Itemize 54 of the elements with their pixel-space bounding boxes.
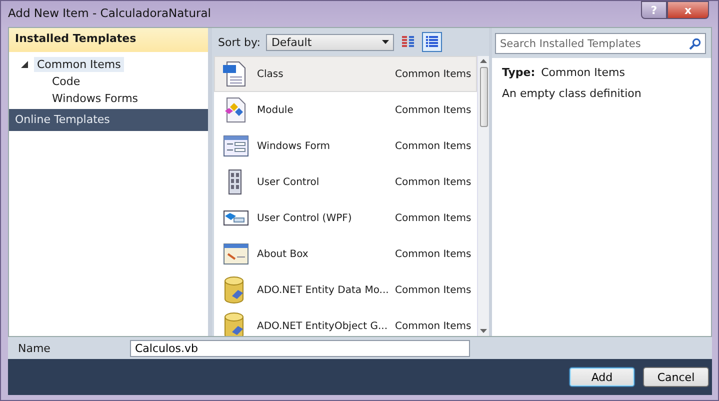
name-label: Name — [17, 342, 52, 354]
add-button[interactable]: Add — [569, 367, 635, 387]
template-category: Common Items — [395, 68, 472, 80]
sort-dropdown[interactable]: Default — [266, 34, 394, 50]
template-item[interactable]: User Control Common Items — [214, 164, 477, 200]
tree-item[interactable]: Common Items — [34, 57, 124, 72]
document-icon — [223, 61, 247, 87]
template-item[interactable]: Class Common Items — [214, 56, 477, 92]
template-item[interactable]: Windows Form Common Items — [214, 128, 477, 164]
description-text: An empty class definition — [502, 87, 642, 100]
template-name: User Control (WPF) — [257, 212, 353, 224]
template-item[interactable]: ADO.NET EntityObject G... Common Items — [214, 308, 477, 336]
template-name: Class — [257, 68, 284, 80]
scrollbar[interactable] — [477, 56, 489, 336]
template-category: Common Items — [395, 248, 472, 260]
template-category: Common Items — [395, 176, 472, 188]
tree-item[interactable]: Code — [49, 74, 84, 89]
template-category: Common Items — [395, 140, 472, 152]
expand-arrow-icon[interactable] — [21, 61, 28, 68]
dialog-icon — [223, 242, 249, 266]
template-name: Module — [257, 104, 294, 116]
search-icon — [689, 38, 701, 50]
template-name: Windows Form — [257, 140, 332, 152]
template-name: About Box — [257, 248, 310, 260]
sort-label: Sort by: — [218, 36, 260, 48]
tree-item[interactable]: Windows Forms — [49, 91, 142, 106]
module-icon — [223, 97, 247, 123]
template-name: ADO.NET Entity Data Mo... — [257, 284, 390, 296]
cancel-button[interactable]: Cancel — [643, 367, 709, 387]
template-item[interactable]: User Control (WPF) Common Items — [214, 200, 477, 236]
form-icon — [223, 134, 249, 158]
type-label: Type: — [502, 66, 536, 79]
template-category: Common Items — [395, 104, 472, 116]
list-view-icon — [425, 35, 440, 49]
template-name: ADO.NET EntityObject G... — [257, 320, 388, 332]
name-input-field[interactable]: Calculos.vb — [130, 340, 470, 356]
template-category: Common Items — [395, 212, 472, 224]
scroll-down-arrow-icon[interactable] — [480, 329, 487, 333]
section-header[interactable]: Online Templates — [9, 109, 208, 131]
template-item[interactable]: Module Common Items — [214, 92, 477, 128]
type-value: Common Items — [541, 66, 625, 79]
scrollbar-thumb[interactable] — [480, 67, 488, 127]
section-header[interactable]: Installed Templates — [9, 28, 208, 52]
template-item[interactable]: ADO.NET Entity Data Mo... Common Items — [214, 272, 477, 308]
dropdown-arrow-icon — [382, 40, 390, 44]
template-item[interactable]: About Box Common Items — [214, 236, 477, 272]
grid-view-icon — [401, 35, 416, 49]
window-title: Add New Item - CalculadoraNatural — [8, 6, 211, 20]
template-name: User Control — [257, 176, 320, 188]
template-category: Common Items — [395, 284, 472, 296]
template-category: Common Items — [395, 320, 472, 332]
scroll-up-arrow-icon[interactable] — [480, 59, 487, 63]
list-view-button[interactable] — [422, 32, 442, 52]
search-field[interactable]: Search Installed Templates — [495, 33, 706, 54]
